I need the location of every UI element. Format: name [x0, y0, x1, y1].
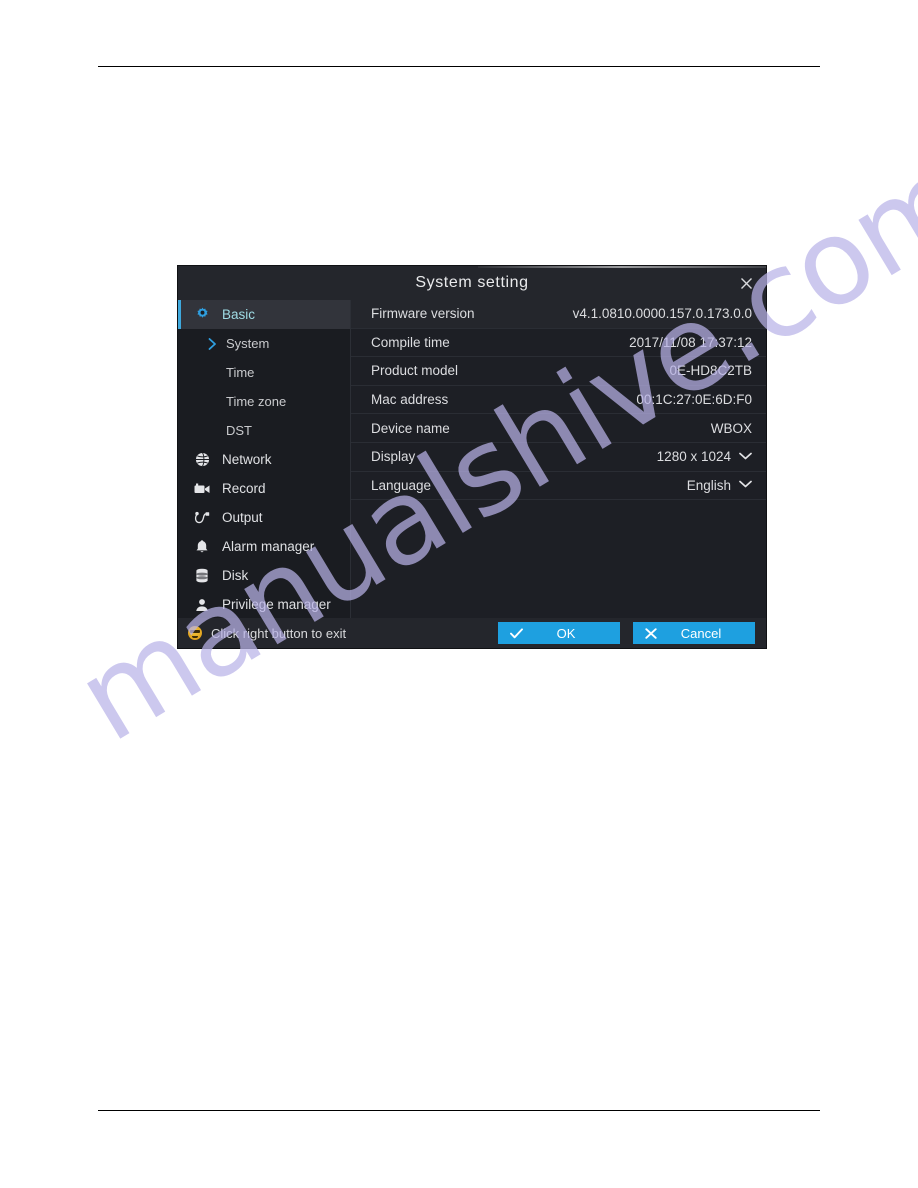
sidebar-item-label: Output — [222, 510, 263, 525]
table-row-compile-time: Compile time 2017/11/08 17:37:12 — [351, 328, 766, 358]
close-icon[interactable] — [736, 273, 756, 293]
row-label: Mac address — [371, 392, 449, 408]
ok-button[interactable]: OK — [498, 622, 620, 644]
sidebar-item-label: Time zone — [226, 394, 287, 409]
sidebar-item-label: Alarm manager — [222, 539, 315, 554]
check-icon — [510, 627, 523, 639]
row-value-text: WBOX — [710, 420, 752, 436]
user-icon — [192, 598, 212, 612]
row-value-text: 1280 x 1024 — [656, 449, 731, 465]
row-label: Firmware version — [371, 306, 475, 322]
gear-icon — [192, 307, 212, 322]
row-label: Compile time — [371, 334, 450, 350]
sidebar-item-label: DST — [226, 423, 252, 438]
sidebar-item-basic[interactable]: Basic — [178, 300, 350, 329]
settings-content: Firmware version v4.1.0810.0000.157.0.17… — [351, 300, 766, 618]
page-footer-rule — [98, 1110, 820, 1111]
sidebar-item-alarm-manager[interactable]: Alarm manager — [178, 532, 350, 561]
table-row-device-name: Device name WBOX — [351, 414, 766, 443]
smiley-icon — [188, 626, 202, 640]
table-row-language[interactable]: Language English — [351, 471, 766, 501]
sidebar-item-label: Time — [226, 365, 255, 380]
sidebar-item-disk[interactable]: Disk — [178, 561, 350, 590]
cross-icon — [645, 627, 657, 639]
globe-icon — [192, 452, 212, 467]
chevron-right-icon — [206, 337, 218, 350]
sidebar-item-time-zone[interactable]: Time zone — [178, 387, 350, 416]
sidebar-item-network[interactable]: Network — [178, 445, 350, 474]
video-camera-icon — [192, 483, 212, 495]
row-label: Display — [371, 449, 416, 465]
sidebar-item-privilege-manager[interactable]: Privilege manager — [178, 590, 350, 619]
sidebar-item-time[interactable]: Time — [178, 358, 350, 387]
row-value-text: 0E-HD8C2TB — [669, 363, 752, 379]
table-row-product-model: Product model 0E-HD8C2TB — [351, 357, 766, 386]
sidebar-item-label: Network — [222, 452, 272, 467]
page-header-rule — [98, 66, 820, 67]
bell-icon — [192, 539, 212, 554]
sidebar-item-label: Record — [222, 481, 266, 496]
sidebar-item-record[interactable]: Record — [178, 474, 350, 503]
sidebar-item-label: Privilege manager — [222, 597, 331, 612]
table-row-firmware-version: Firmware version v4.1.0810.0000.157.0.17… — [351, 300, 766, 329]
row-label: Language — [371, 477, 432, 493]
row-value: WBOX — [711, 421, 752, 436]
sidebar-item-system[interactable]: System — [178, 329, 350, 358]
row-value: 2017/11/08 17:37:12 — [629, 335, 752, 350]
dialog-body: Basic System Time Time zone DST Network … — [178, 300, 766, 618]
row-label: Device name — [371, 420, 450, 436]
row-value: 0E-HD8C2TB — [669, 363, 752, 378]
system-setting-dialog: System setting Basic System Time Time zo… — [178, 266, 766, 648]
sidebar-item-label: System — [226, 336, 270, 351]
cancel-button[interactable]: Cancel — [633, 622, 755, 644]
disk-stack-icon — [192, 568, 212, 583]
table-row-mac-address: Mac address 00:1C:27:0E:6D:F0 — [351, 385, 766, 415]
content-empty-area — [351, 500, 766, 618]
chevron-down-icon[interactable] — [739, 480, 752, 488]
sidebar-item-dst[interactable]: DST — [178, 416, 350, 445]
dialog-top-highlight — [478, 266, 766, 268]
table-row-display[interactable]: Display 1280 x 1024 — [351, 442, 766, 472]
row-value-text: 2017/11/08 17:37:12 — [629, 334, 752, 350]
row-value: 00:1C:27:0E:6D:F0 — [636, 392, 752, 407]
settings-sidebar: Basic System Time Time zone DST Network … — [178, 300, 351, 618]
row-value-text: 00:1C:27:0E:6D:F0 — [636, 392, 752, 408]
connector-icon — [192, 511, 212, 525]
row-label: Product model — [371, 363, 459, 379]
language-select[interactable]: English — [687, 478, 752, 493]
exit-hint: Click right button to exit — [211, 625, 347, 641]
sidebar-item-label: Disk — [222, 568, 249, 583]
row-value-text: English — [686, 477, 731, 493]
page-title: System setting — [415, 274, 529, 291]
chevron-down-icon[interactable] — [739, 452, 752, 460]
sidebar-item-output[interactable]: Output — [178, 503, 350, 532]
display-select[interactable]: 1280 x 1024 — [657, 449, 752, 464]
dialog-titlebar: System setting — [178, 266, 766, 300]
sidebar-item-label: Basic — [222, 307, 256, 322]
row-value-text: v4.1.0810.0000.157.0.173.0.0 — [572, 306, 752, 322]
row-value: v4.1.0810.0000.157.0.173.0.0 — [573, 306, 752, 321]
dialog-footer: Click right button to exit OK Cancel — [178, 618, 766, 648]
